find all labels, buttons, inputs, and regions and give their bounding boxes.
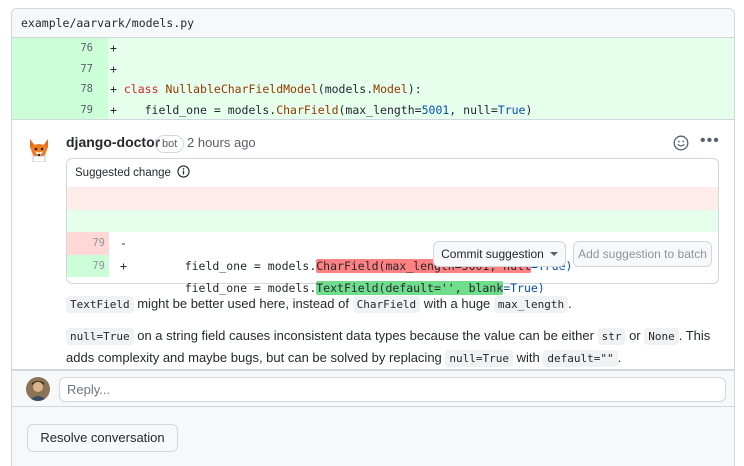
line-number[interactable]: 78	[12, 79, 108, 100]
suggested-change-header: Suggested change	[67, 159, 718, 187]
line-number[interactable]: 79	[12, 99, 108, 120]
review-comment: django-doctor bot 2 hours ago ••• Sugges…	[12, 119, 734, 369]
diff-line-78: 78 + class NullableCharFieldModel(models…	[12, 79, 734, 100]
suggested-change-title: Suggested change	[75, 167, 171, 179]
diff-sign: +	[120, 258, 127, 273]
resolve-bar: Resolve conversation	[11, 407, 735, 466]
commit-suggestion-button[interactable]: Commit suggestion	[433, 241, 566, 267]
file-path[interactable]: example/aarvark/models.py	[12, 9, 734, 38]
suggestion-deleted-line: 79 - field_one = models.CharField(max_le…	[67, 187, 718, 273]
fox-avatar-icon[interactable]	[26, 136, 52, 162]
reply-bar: Reply...	[11, 370, 735, 407]
diff-line-76: 76 +	[12, 38, 734, 59]
comment-paragraph-1: TextField might be better used here, ins…	[66, 293, 726, 315]
info-icon[interactable]	[177, 165, 190, 178]
add-suggestion-to-batch-button[interactable]: Add suggestion to batch	[573, 241, 712, 267]
line-code: +	[110, 41, 117, 55]
comment-paragraph-2: null=True on a string field causes incon…	[66, 328, 711, 367]
line-number: 79	[67, 254, 109, 277]
line-code: + class NullableCharFieldModel(models.Mo…	[110, 82, 422, 96]
resolve-conversation-button[interactable]: Resolve conversation	[27, 424, 178, 452]
suggestion-added-line: 79 + field_one = models.TextField(defaul…	[67, 209, 718, 295]
suggested-change-box: Suggested change 79 - field_one = models…	[66, 158, 719, 295]
diff-line-77: 77 +	[12, 58, 734, 79]
review-thread: example/aarvark/models.py 76 + 77 + 78 +…	[11, 8, 735, 370]
user-avatar-icon[interactable]	[26, 377, 50, 401]
triangle-down-icon	[549, 252, 558, 256]
bot-badge: bot	[155, 135, 185, 153]
kebab-horizontal-icon[interactable]: •••	[700, 132, 720, 150]
comment-author[interactable]: django-doctor	[66, 134, 160, 150]
smiley-icon[interactable]	[673, 135, 689, 151]
comment-timestamp[interactable]: 2 hours ago	[187, 135, 256, 150]
line-code: + field_one = models.CharField(max_lengt…	[110, 102, 533, 117]
line-number[interactable]: 77	[12, 58, 108, 79]
reply-input[interactable]: Reply...	[59, 377, 726, 402]
line-code: +	[110, 61, 117, 76]
diff-line-79: 79 + field_one = models.CharField(max_le…	[12, 99, 734, 120]
line-number[interactable]: 76	[12, 38, 108, 59]
